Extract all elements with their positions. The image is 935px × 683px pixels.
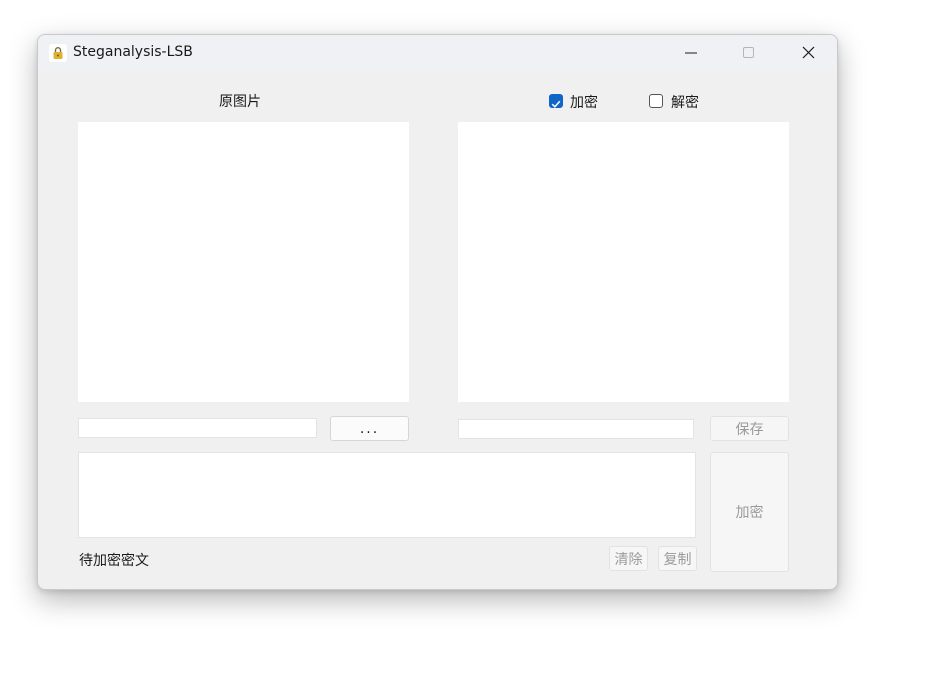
clear-button[interactable]: 清除 [609,546,648,571]
original-image-path-field[interactable] [78,418,317,438]
encrypt-action-button[interactable]: 加密 [710,452,789,572]
original-image-view [78,122,409,402]
result-image-path-field[interactable] [458,419,694,439]
save-button[interactable]: 保存 [710,416,789,441]
checkmark-icon [551,100,561,108]
encrypt-checkbox-label[interactable]: 加密 [570,92,598,112]
message-text-area[interactable] [78,452,696,538]
close-icon [802,46,815,59]
original-image-title: 原图片 [219,94,261,110]
encrypt-checkbox[interactable] [549,94,563,108]
title-bar[interactable]: Steganalysis-LSB [38,35,837,71]
decrypt-checkbox[interactable] [649,94,663,108]
message-caption: 待加密密文 [79,553,149,569]
result-image-view [458,122,789,402]
copy-button[interactable]: 复制 [658,546,697,571]
window-title: Steganalysis-LSB [73,44,193,60]
decrypt-checkbox-label[interactable]: 解密 [671,92,699,112]
browse-button[interactable]: ... [330,416,409,441]
minimize-button[interactable] [668,35,714,71]
close-button[interactable] [786,35,832,71]
maximize-icon [743,47,754,58]
minimize-icon [685,52,697,54]
app-window: Steganalysis-LSB 原图片 ... 加密 解密 保存 待加密密文 … [37,34,838,590]
maximize-button[interactable] [726,35,772,71]
lock-icon [49,44,67,62]
